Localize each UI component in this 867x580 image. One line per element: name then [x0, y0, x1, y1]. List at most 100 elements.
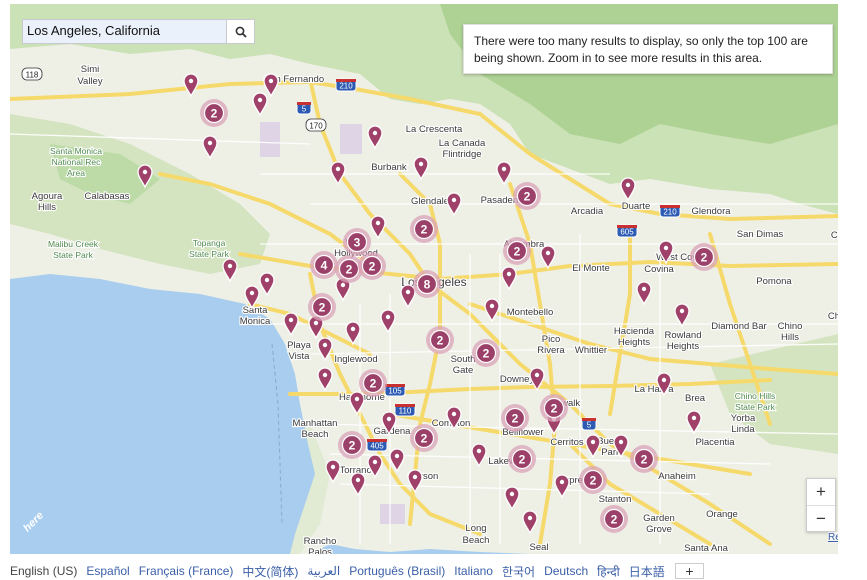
place-label: Orange	[706, 509, 738, 520]
cluster-marker[interactable]: 8	[413, 270, 441, 298]
cluster-marker[interactable]: 2	[426, 326, 454, 354]
place-label: Gate	[453, 365, 474, 376]
svg-text:2: 2	[211, 107, 218, 121]
highway-shield: 605	[616, 224, 638, 238]
cluster-marker[interactable]: 2	[410, 424, 438, 452]
svg-text:2: 2	[421, 223, 428, 237]
place-label: Valley	[77, 76, 102, 87]
cluster-marker[interactable]: 2	[501, 404, 529, 432]
map-canvas[interactable]: 118 210 5 170 210 605 105 110 5 405 Simi Valley San…	[10, 4, 838, 554]
svg-text:2: 2	[369, 260, 376, 274]
highway-shield: 210	[659, 204, 681, 218]
cluster-marker[interactable]: 2	[338, 431, 366, 459]
cluster-marker[interactable]: 2	[630, 445, 658, 473]
language-link[interactable]: 한국어	[502, 563, 535, 580]
place-label: Monica	[240, 316, 271, 327]
search-button[interactable]	[227, 19, 255, 44]
svg-text:210: 210	[339, 82, 353, 91]
highway-shield: 170	[305, 118, 327, 132]
cluster-marker[interactable]: 4	[310, 251, 338, 279]
place-label: Stanton	[599, 494, 632, 505]
place-label: Rivera	[537, 345, 565, 356]
place-label: State Park	[189, 249, 229, 259]
language-link[interactable]: العربية	[307, 564, 340, 578]
place-label: Pico	[542, 334, 560, 345]
svg-text:405: 405	[370, 442, 384, 451]
svg-text:2: 2	[524, 190, 531, 204]
place-label: Duarte	[622, 201, 651, 212]
search-input[interactable]: Los Angeles, California	[22, 19, 227, 44]
cluster-marker[interactable]: 2	[358, 252, 386, 280]
language-link[interactable]: हिन्दी	[597, 563, 620, 580]
place-label: Calabasas	[85, 191, 130, 202]
cluster-marker[interactable]: 2	[410, 215, 438, 243]
place-label: South	[451, 354, 476, 365]
place-label: Manhattan	[293, 418, 338, 429]
language-link[interactable]: English (US)	[10, 564, 77, 578]
place-label: Chi	[831, 230, 838, 241]
cluster-marker[interactable]: 2	[579, 466, 607, 494]
place-label: Cerritos	[550, 437, 584, 448]
place-label: Burbank	[371, 162, 407, 173]
language-link[interactable]: Italiano	[454, 564, 493, 578]
place-label: Brea	[685, 393, 706, 404]
highway-shield: 118	[21, 67, 43, 81]
too-many-results-notice: There were too many results to display, …	[463, 24, 833, 74]
cluster-marker[interactable]: 2	[503, 237, 531, 265]
place-label: Garden	[643, 513, 675, 524]
svg-text:2: 2	[319, 301, 326, 315]
cluster-marker[interactable]: 2	[508, 445, 536, 473]
cluster-marker[interactable]: 2	[513, 182, 541, 210]
zoom-out-button[interactable]: −	[807, 506, 835, 532]
svg-text:2: 2	[483, 347, 490, 361]
svg-text:5: 5	[587, 421, 592, 430]
language-link[interactable]: Español	[86, 564, 129, 578]
language-link[interactable]: Deutsch	[544, 564, 588, 578]
place-label: Heights	[667, 341, 699, 352]
language-link[interactable]: 日本語	[629, 563, 665, 580]
svg-text:5: 5	[302, 105, 307, 114]
language-link[interactable]: Français (France)	[139, 564, 234, 578]
place-label: La Canada	[439, 138, 486, 149]
highway-shield: 105	[384, 383, 406, 397]
language-link[interactable]: 中文(简体)	[242, 563, 298, 580]
svg-text:2: 2	[519, 453, 526, 467]
place-label: Playa	[287, 340, 311, 351]
cluster-marker[interactable]: 2	[472, 339, 500, 367]
svg-text:105: 105	[388, 387, 402, 396]
place-label: Pomona	[756, 276, 792, 287]
place-label: Chino	[778, 321, 803, 332]
place-label: Hacienda	[614, 326, 655, 337]
place-label: Rowland	[665, 330, 702, 341]
place-label: Beach	[463, 535, 490, 546]
place-label: State Park	[53, 250, 93, 260]
place-label: Montebello	[507, 307, 553, 318]
cluster-marker[interactable]: 2	[359, 369, 387, 397]
place-label: Simi	[81, 64, 99, 75]
place-label: Seal	[529, 542, 548, 553]
report-link[interactable]: Rep	[828, 532, 838, 543]
place-label: La Crescenta	[406, 124, 463, 135]
language-link[interactable]: Português (Brasil)	[349, 564, 445, 578]
place-label: Anaheim	[658, 471, 696, 482]
zoom-in-button[interactable]: +	[807, 479, 835, 506]
cluster-marker[interactable]: 2	[308, 293, 336, 321]
cluster-marker[interactable]: 2	[200, 99, 228, 127]
highway-shield: 5	[296, 101, 312, 115]
place-label: Flintridge	[442, 149, 481, 160]
cluster-marker[interactable]: 2	[690, 243, 718, 271]
svg-text:118: 118	[26, 71, 39, 80]
place-label: Glendale	[411, 196, 449, 207]
map-base: 11821051702106051051105405 SimiValley San…	[10, 4, 838, 554]
place-label: State Park	[735, 402, 775, 412]
cluster-marker[interactable]: 2	[600, 505, 628, 533]
more-languages-button[interactable]: +	[675, 563, 704, 579]
notice-text: There were too many results to display, …	[474, 34, 808, 65]
svg-text:4: 4	[321, 259, 328, 273]
cluster-marker[interactable]: 2	[540, 394, 568, 422]
svg-text:605: 605	[620, 228, 634, 237]
highway-shield: 405	[366, 438, 388, 452]
cluster-marker[interactable]: 3	[343, 228, 371, 256]
place-label: Malibu Creek	[48, 239, 99, 249]
place-label: Vista	[289, 351, 311, 362]
